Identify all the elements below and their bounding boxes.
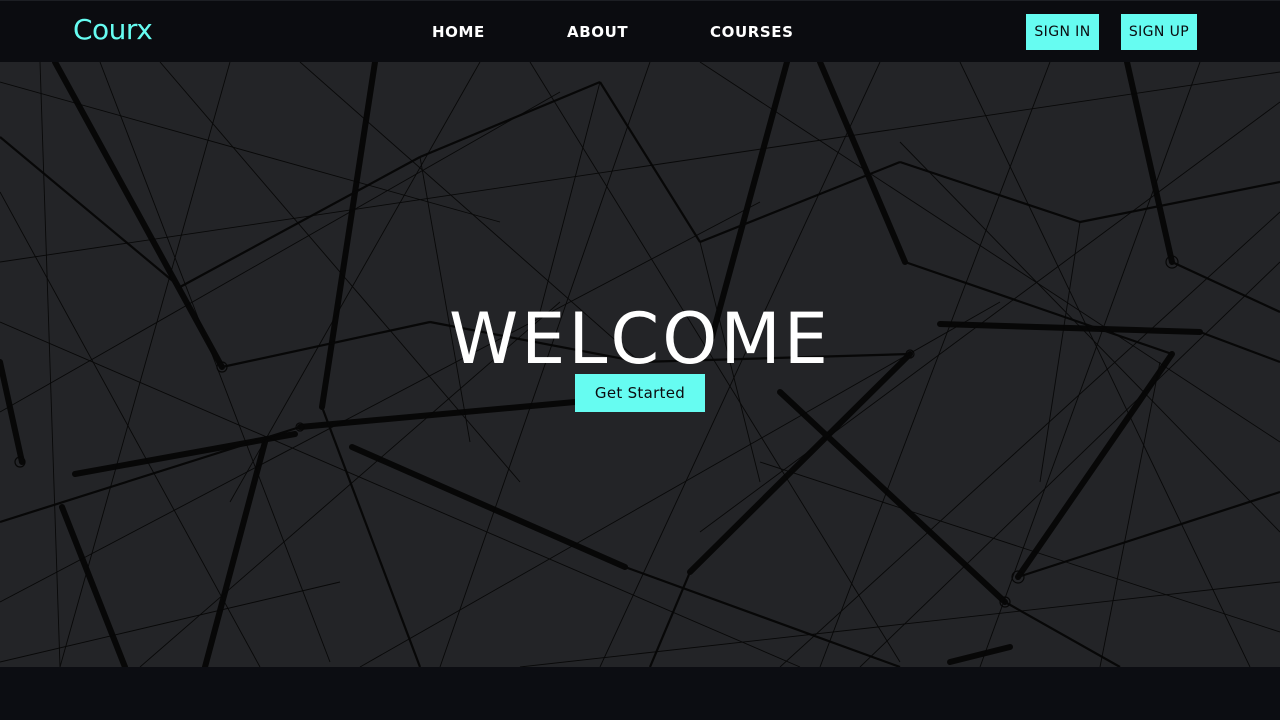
sign-in-button[interactable]: SIGN IN: [1026, 14, 1099, 50]
nav-courses-link[interactable]: COURSES: [710, 23, 794, 41]
hero-title: WELCOME: [448, 298, 832, 380]
top-navbar: Courx HOME ABOUT COURSES SIGN IN SIGN UP: [0, 0, 1280, 62]
page-bottom-band: [0, 667, 1280, 720]
sign-up-button[interactable]: SIGN UP: [1121, 14, 1197, 50]
nav-home-link[interactable]: HOME: [432, 23, 485, 41]
brand-logo[interactable]: Courx: [73, 13, 153, 46]
nav-about-link[interactable]: ABOUT: [567, 23, 628, 41]
hero-section: WELCOME Get Started: [0, 62, 1280, 667]
get-started-button[interactable]: Get Started: [575, 374, 705, 412]
